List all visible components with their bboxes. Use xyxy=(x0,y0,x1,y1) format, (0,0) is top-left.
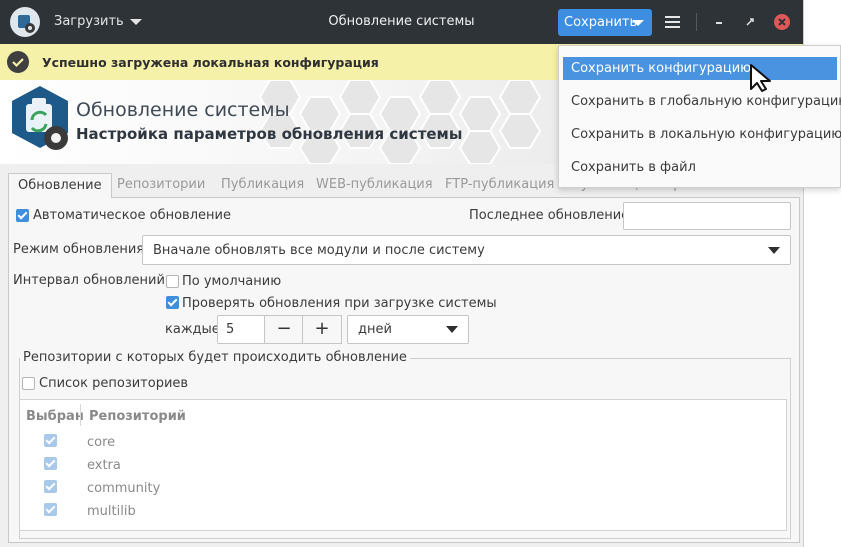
menu-item-save-local[interactable]: Сохранить в локальную конфигурацию xyxy=(563,123,841,146)
interval-unit-value: дней xyxy=(358,322,392,337)
default-interval-label: По умолчанию xyxy=(182,274,282,289)
decrement-button[interactable]: − xyxy=(264,315,304,344)
interval-value: 5 xyxy=(226,322,235,337)
tab-repositories[interactable]: Репозитории xyxy=(117,173,205,197)
page-title: Обновление системы xyxy=(76,99,290,121)
repo-extra-checkbox[interactable] xyxy=(44,457,57,470)
tab-publication[interactable]: Публикация xyxy=(221,173,304,197)
update-mode-value: Вначале обновлять все модули и после сис… xyxy=(153,243,485,258)
minimize-icon[interactable] xyxy=(712,13,728,31)
repo-core-checkbox[interactable] xyxy=(44,434,57,447)
mode-label: Режим обновления: xyxy=(13,242,149,257)
check-on-boot-checkbox[interactable] xyxy=(166,296,179,309)
repo-list-checkbox[interactable] xyxy=(22,377,35,390)
titlebar-separator xyxy=(696,13,697,31)
last-update-field[interactable] xyxy=(623,202,791,230)
system-update-logo-icon xyxy=(10,84,74,156)
hexagon-pattern xyxy=(258,80,542,164)
repositories-group-title: Репозитории с которых будет происходить … xyxy=(20,350,410,365)
increment-button[interactable]: + xyxy=(302,315,342,344)
mouse-cursor-icon xyxy=(750,64,771,92)
repo-multilib-checkbox[interactable] xyxy=(44,503,57,516)
chevron-down-icon xyxy=(446,326,458,333)
save-dropdown-menu: Сохранить конфигурацию Сохранить в глоба… xyxy=(558,45,841,188)
repo-name: core xyxy=(87,435,116,450)
repo-name: extra xyxy=(87,458,121,473)
repo-name: community xyxy=(87,481,161,496)
title-bar: Загрузить Обновление системы Сохранить xyxy=(0,0,803,44)
repo-community-checkbox[interactable] xyxy=(44,480,57,493)
menu-item-save-global[interactable]: Сохранить в глобальную конфигурацию xyxy=(563,90,841,113)
window-title: Обновление системы xyxy=(328,14,475,29)
hamburger-menu-icon[interactable] xyxy=(665,16,680,29)
last-update-label: Последнее обновление: xyxy=(469,208,634,223)
menu-item-save-config[interactable]: Сохранить конфигурацию xyxy=(563,57,837,80)
column-header-repository[interactable]: Репозиторий xyxy=(89,409,186,424)
auto-update-checkbox[interactable] xyxy=(16,209,29,222)
column-divider xyxy=(80,404,81,426)
tab-web-publication[interactable]: WEB-публикация xyxy=(316,173,433,197)
checkmark-icon xyxy=(7,51,29,73)
update-mode-select[interactable]: Вначале обновлять все модули и после сис… xyxy=(142,235,791,265)
tab-update[interactable]: Обновление xyxy=(8,173,112,198)
info-message: Успешно загружена локальная конфигурация xyxy=(42,55,379,70)
repo-list-label: Список репозиториев xyxy=(39,376,189,391)
repo-name: multilib xyxy=(87,504,136,519)
maximize-icon[interactable] xyxy=(742,13,758,31)
every-label: каждые xyxy=(165,322,220,337)
column-header-selected[interactable]: Выбран xyxy=(26,409,84,424)
interval-spin-input[interactable]: 5 xyxy=(217,315,265,344)
check-on-boot-label: Проверять обновления при загрузке систем… xyxy=(182,296,497,311)
interval-label: Интервал обновлений: xyxy=(13,273,170,288)
save-button-label: Сохранить xyxy=(564,15,638,30)
default-interval-checkbox[interactable] xyxy=(166,275,179,288)
save-button[interactable]: Сохранить xyxy=(558,9,652,36)
chevron-down-icon xyxy=(632,20,644,26)
page-subtitle: Настройка параметров обновления системы xyxy=(76,125,463,143)
menu-item-save-file[interactable]: Сохранить в файл xyxy=(563,156,837,179)
auto-update-label: Автоматическое обновление xyxy=(33,208,231,223)
interval-unit-select[interactable]: дней xyxy=(347,315,469,344)
tab-ftp-publication[interactable]: FTP-публикация xyxy=(445,173,554,197)
close-icon[interactable] xyxy=(774,14,790,30)
chevron-down-icon xyxy=(768,247,780,254)
